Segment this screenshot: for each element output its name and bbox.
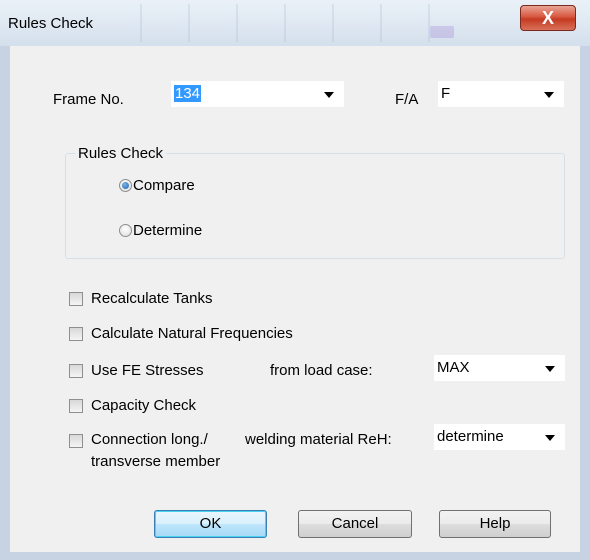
ok-button[interactable]: OK xyxy=(154,510,267,538)
frame-no-combo[interactable]: 134 xyxy=(171,81,344,107)
recalculate-tanks-checkbox[interactable] xyxy=(69,292,83,306)
help-button[interactable]: Help xyxy=(439,510,551,538)
load-case-value[interactable]: MAX xyxy=(437,359,470,376)
window-frame-left xyxy=(0,46,10,560)
use-fe-stresses-checkbox[interactable] xyxy=(69,364,83,378)
welding-material-combo[interactable]: determine xyxy=(434,424,565,450)
window-frame-bottom xyxy=(0,552,590,560)
frame-no-label: Frame No. xyxy=(53,91,124,108)
connection-member-label-line1[interactable]: Connection long./ xyxy=(91,431,208,448)
determine-label[interactable]: Determine xyxy=(133,222,202,239)
chevron-down-icon[interactable] xyxy=(545,366,555,372)
natural-frequencies-label[interactable]: Calculate Natural Frequencies xyxy=(91,325,293,342)
frame-no-value[interactable]: 134 xyxy=(174,85,202,102)
title-bar[interactable]: Rules Check X xyxy=(0,0,590,46)
natural-frequencies-checkbox[interactable] xyxy=(69,327,83,341)
cancel-button[interactable]: Cancel xyxy=(298,510,412,538)
window-title: Rules Check xyxy=(8,15,94,32)
compare-radio[interactable] xyxy=(119,179,132,192)
welding-material-value[interactable]: determine xyxy=(437,428,504,445)
determine-radio[interactable] xyxy=(119,224,132,237)
fa-label: F/A xyxy=(395,91,419,108)
load-case-label: from load case: xyxy=(270,362,373,379)
rules-check-dialog: Rules Check X Frame No. 134 F/A F Rules … xyxy=(0,0,590,560)
rules-check-group-title: Rules Check xyxy=(75,145,167,162)
load-case-combo[interactable]: MAX xyxy=(434,355,565,381)
background-window-ghost-accent xyxy=(430,26,454,38)
fa-combo[interactable]: F xyxy=(438,81,564,107)
background-window-ghost xyxy=(140,4,440,42)
fa-value[interactable]: F xyxy=(441,85,450,102)
chevron-down-icon[interactable] xyxy=(324,92,334,98)
welding-material-label: welding material ReH: xyxy=(245,431,392,448)
recalculate-tanks-label[interactable]: Recalculate Tanks xyxy=(91,290,212,307)
capacity-check-checkbox[interactable] xyxy=(69,399,83,413)
rules-check-group xyxy=(65,153,565,259)
dialog-client-area: Frame No. 134 F/A F Rules Check Compare … xyxy=(10,46,580,552)
connection-member-label-line2[interactable]: transverse member xyxy=(91,453,220,470)
chevron-down-icon[interactable] xyxy=(544,92,554,98)
close-button[interactable]: X xyxy=(520,5,576,31)
connection-member-checkbox[interactable] xyxy=(69,434,83,448)
chevron-down-icon[interactable] xyxy=(545,435,555,441)
capacity-check-label[interactable]: Capacity Check xyxy=(91,397,196,414)
radio-selected-dot xyxy=(122,182,129,189)
window-frame-right xyxy=(580,46,590,560)
compare-label[interactable]: Compare xyxy=(133,177,195,194)
use-fe-stresses-label[interactable]: Use FE Stresses xyxy=(91,362,204,379)
close-icon: X xyxy=(541,8,554,28)
